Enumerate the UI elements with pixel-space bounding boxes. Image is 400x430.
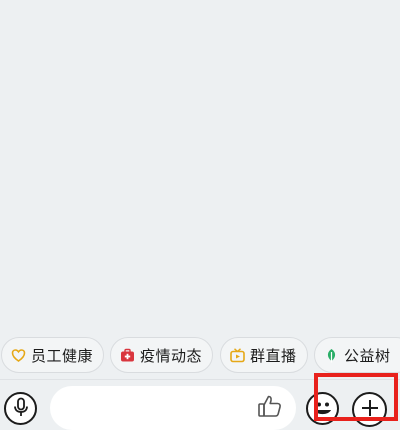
message-input-bar [0,379,400,430]
quick-action-label: 群直播 [250,346,297,365]
medical-kit-icon [120,348,135,363]
heart-shield-icon [11,348,26,363]
plus-button[interactable] [352,392,387,427]
thumbs-up-icon [257,393,283,423]
voice-input-button[interactable] [4,392,37,425]
quick-action-label: 员工健康 [31,346,94,365]
quick-action-group-live[interactable]: 群直播 [220,337,308,373]
quick-action-employee-health[interactable]: 员工健康 [1,337,105,373]
quick-action-charity-tree[interactable]: 公益树 [314,337,400,373]
emoji-button[interactable] [306,392,339,425]
quick-action-label: 疫情动态 [140,346,203,365]
like-button[interactable] [255,393,285,423]
tv-icon [230,347,245,363]
chat-message-area [0,0,400,333]
leaf-icon [324,348,339,363]
plus-icon [360,398,380,422]
microphone-icon [12,397,30,421]
quick-action-bar: 员工健康 疫情动态 群直播 公益树 [0,333,400,379]
quick-action-epidemic-news[interactable]: 疫情动态 [110,337,214,373]
quick-action-label: 公益树 [344,346,391,365]
